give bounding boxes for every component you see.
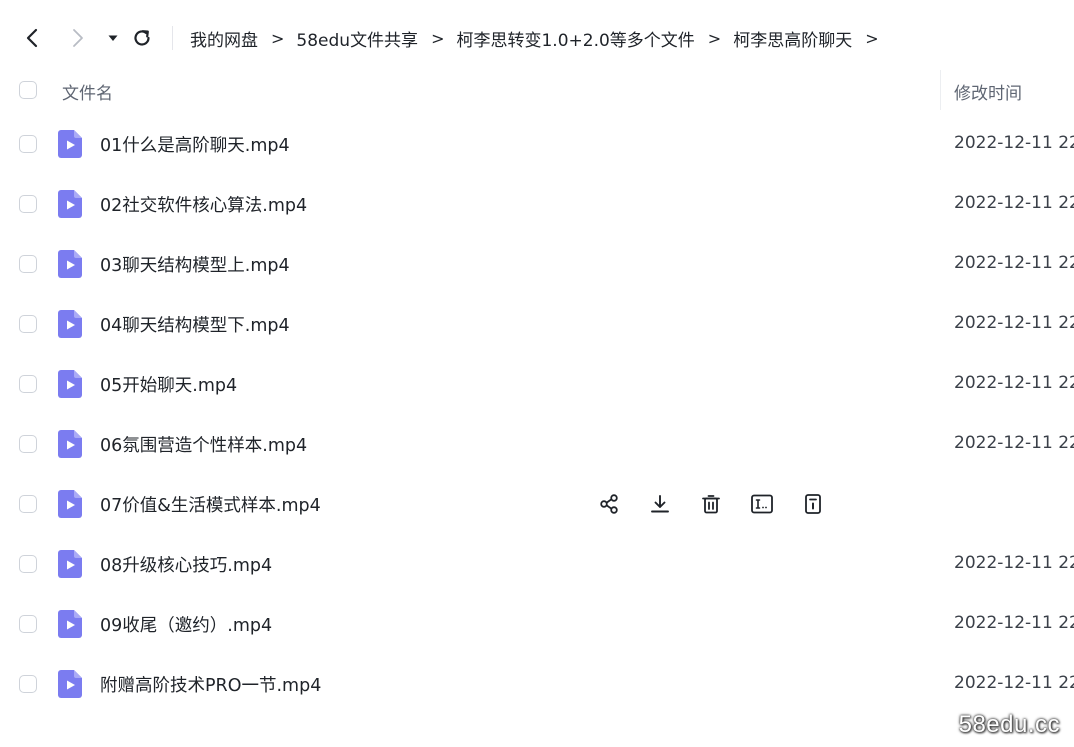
file-modified-time: 2022-12-11 22 [954,193,1074,213]
row-checkbox[interactable] [19,435,37,453]
breadcrumb-item[interactable]: 我的网盘 [190,26,258,51]
video-file-icon [58,430,82,458]
select-all-checkbox[interactable] [19,81,37,99]
breadcrumb-separator: > [271,28,285,48]
video-file-icon [58,310,82,338]
forward-button[interactable] [64,24,92,52]
rename-icon [750,493,774,515]
chevron-right-icon [73,29,83,47]
delete-button[interactable] [698,491,724,517]
row-checkbox[interactable] [19,375,37,393]
watermark: 58edu.cc [958,711,1060,738]
file-modified-time: 2022-12-11 22 [954,553,1074,573]
file-modified-time: 2022-12-11 22 [954,313,1074,333]
top-nav-bar: 我的网盘 > 58edu文件共享 > 柯李思转变1.0+2.0等多个文件 > 柯… [0,14,1074,62]
nav-divider [172,26,173,50]
refresh-icon [134,30,150,46]
details-icon [803,493,823,515]
details-button[interactable] [800,491,826,517]
rename-button[interactable] [749,491,775,517]
video-file-icon [58,250,82,278]
column-divider[interactable] [940,70,941,110]
file-name[interactable]: 附赠高阶技术PRO一节.mp4 [100,672,321,697]
file-modified-time: 2022-12-11 22 [954,133,1074,153]
video-file-icon [58,190,82,218]
video-file-icon [58,370,82,398]
row-checkbox[interactable] [19,555,37,573]
back-button[interactable] [18,24,46,52]
video-file-icon [58,130,82,158]
file-row[interactable]: 06氛围营造个性样本.mp4 2022-12-11 22 [0,414,1074,474]
history-dropdown-button[interactable] [99,24,127,52]
breadcrumb-item[interactable]: 58edu文件共享 [296,26,418,51]
file-modified-time: 2022-12-11 22 [954,613,1074,633]
chevron-left-icon [26,28,38,48]
breadcrumb-item[interactable]: 柯李思转变1.0+2.0等多个文件 [456,26,694,51]
file-row[interactable]: 01什么是高阶聊天.mp4 2022-12-11 22 [0,114,1074,174]
breadcrumb-separator: > [431,28,445,48]
breadcrumb-separator: > [707,28,722,48]
column-header-name[interactable]: 文件名 [62,79,113,104]
delete-icon [700,493,722,515]
row-action-toolbar [596,490,826,518]
file-name[interactable]: 09收尾（邀约）.mp4 [100,612,272,637]
file-name[interactable]: 05开始聊天.mp4 [100,372,237,397]
row-checkbox[interactable] [19,675,37,693]
file-modified-time: 2022-12-11 22 [954,253,1074,273]
download-button[interactable] [647,491,673,517]
file-row[interactable]: 附赠高阶技术PRO一节.mp4 2022-12-11 22 [0,654,1074,714]
breadcrumb-item-current[interactable]: 柯李思高阶聊天 [733,26,852,51]
row-checkbox[interactable] [19,615,37,633]
file-name[interactable]: 01什么是高阶聊天.mp4 [100,132,290,157]
file-name[interactable]: 07价值&生活模式样本.mp4 [100,492,321,517]
share-icon [598,493,620,515]
row-checkbox[interactable] [19,195,37,213]
row-checkbox[interactable] [19,315,37,333]
download-icon [649,493,671,515]
file-row[interactable]: 07价值&生活模式样本.mp4 [0,474,1074,534]
share-button[interactable] [596,491,622,517]
file-row[interactable]: 04聊天结构模型下.mp4 2022-12-11 22 [0,294,1074,354]
video-file-icon [58,550,82,578]
file-row[interactable]: 05开始聊天.mp4 2022-12-11 22 [0,354,1074,414]
file-name[interactable]: 08升级核心技巧.mp4 [100,552,272,577]
file-name[interactable]: 02社交软件核心算法.mp4 [100,192,307,217]
video-file-icon [58,490,82,518]
video-file-icon [58,670,82,698]
file-name[interactable]: 03聊天结构模型上.mp4 [100,252,290,277]
breadcrumb-separator: > [865,28,879,48]
column-header-modified-time[interactable]: 修改时间 [954,79,1022,104]
file-modified-time: 2022-12-11 22 [954,433,1074,453]
file-name[interactable]: 04聊天结构模型下.mp4 [100,312,290,337]
row-checkbox[interactable] [19,255,37,273]
file-modified-time: 2022-12-11 22 [954,373,1074,393]
file-table-header: 文件名 修改时间 [0,64,1074,116]
file-row[interactable]: 02社交软件核心算法.mp4 2022-12-11 22 [0,174,1074,234]
row-checkbox[interactable] [19,135,37,153]
caret-down-icon [108,35,118,41]
video-file-icon [58,610,82,638]
row-checkbox[interactable] [19,495,37,513]
file-modified-time: 2022-12-11 22 [954,673,1074,693]
file-row[interactable]: 09收尾（邀约）.mp4 2022-12-11 22 [0,594,1074,654]
file-row[interactable]: 08升级核心技巧.mp4 2022-12-11 22 [0,534,1074,594]
file-row[interactable]: 03聊天结构模型上.mp4 2022-12-11 22 [0,234,1074,294]
refresh-button[interactable] [128,24,156,52]
breadcrumb: 我的网盘 > 58edu文件共享 > 柯李思转变1.0+2.0等多个文件 > 柯… [190,14,891,62]
file-name[interactable]: 06氛围营造个性样本.mp4 [100,432,307,457]
